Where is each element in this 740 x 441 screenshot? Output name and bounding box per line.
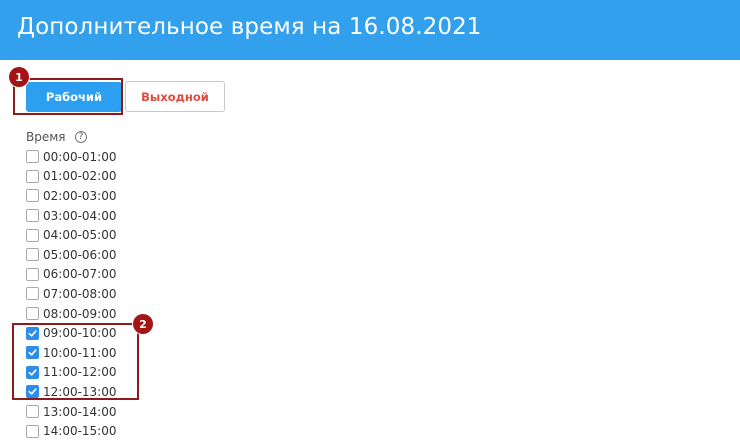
time-slot-label: 01:00-02:00 [43, 169, 117, 184]
checkbox[interactable] [26, 189, 39, 203]
checkbox[interactable] [26, 287, 39, 301]
time-slot-label: 08:00-09:00 [43, 306, 117, 321]
callout-frame-2 [12, 323, 139, 400]
time-slot-row[interactable]: 04:00-05:00 [26, 225, 117, 245]
time-slot-label: 00:00-01:00 [43, 149, 117, 164]
checkbox[interactable] [26, 424, 39, 438]
time-slot-row[interactable]: 13:00-14:00 [26, 402, 117, 422]
header-bar: Дополнительное время на 16.08.2021 [0, 0, 740, 60]
checkbox[interactable] [26, 150, 39, 164]
weekend-day-button[interactable]: Выходной [125, 81, 225, 112]
checkbox[interactable] [26, 228, 39, 242]
callout-badge-1: 1 [9, 67, 29, 87]
checkbox[interactable] [26, 307, 39, 321]
page-title: Дополнительное время на 16.08.2021 [17, 14, 482, 40]
time-slot-label: 04:00-05:00 [43, 228, 117, 243]
time-slot-row[interactable]: 05:00-06:00 [26, 245, 117, 265]
checkbox[interactable] [26, 267, 39, 281]
time-slot-row[interactable]: 01:00-02:00 [26, 167, 117, 187]
time-slot-label: 13:00-14:00 [43, 404, 117, 419]
time-slot-label: 03:00-04:00 [43, 208, 117, 223]
help-icon[interactable]: ? [75, 131, 87, 143]
checkbox[interactable] [26, 169, 39, 183]
time-slot-row[interactable]: 00:00-01:00 [26, 147, 117, 167]
time-slot-label: 06:00-07:00 [43, 267, 117, 282]
callout-frame-1 [13, 78, 123, 115]
checkbox[interactable] [26, 405, 39, 419]
time-slot-label: 14:00-15:00 [43, 424, 117, 439]
time-section-label: Время [26, 130, 66, 144]
callout-badge-2: 2 [133, 314, 153, 334]
time-slot-row[interactable]: 14:00-15:00 [26, 421, 117, 441]
time-slot-row[interactable]: 06:00-07:00 [26, 265, 117, 285]
checkbox[interactable] [26, 209, 39, 223]
time-slot-label: 07:00-08:00 [43, 286, 117, 301]
checkbox[interactable] [26, 248, 39, 262]
time-slot-row[interactable]: 03:00-04:00 [26, 206, 117, 226]
time-slot-label: 02:00-03:00 [43, 188, 117, 203]
time-slot-row[interactable]: 07:00-08:00 [26, 284, 117, 304]
time-slot-label: 05:00-06:00 [43, 247, 117, 262]
time-slot-row[interactable]: 08:00-09:00 [26, 304, 117, 324]
time-slot-row[interactable]: 02:00-03:00 [26, 186, 117, 206]
